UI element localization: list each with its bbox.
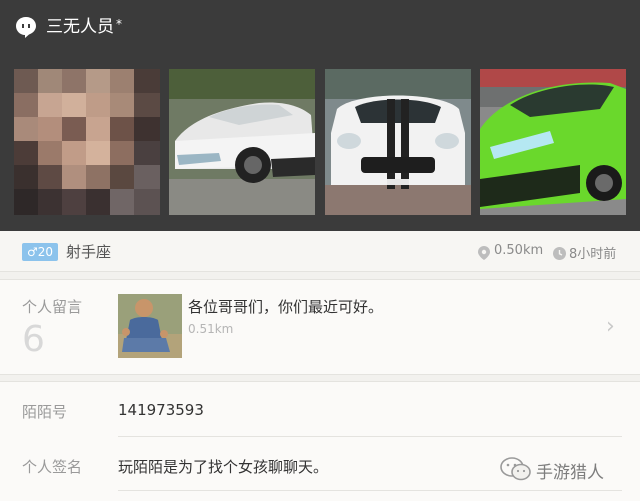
momo-id-value: 141973593 [118, 401, 204, 419]
top-bar: 三无人员 * [0, 0, 640, 56]
momo-id-label: 陌陌号 [22, 403, 68, 421]
chevron-right-icon[interactable]: › [606, 316, 615, 338]
distance-value: 0.50km [494, 243, 544, 258]
profile-details-section: 陌陌号 141973593 个人签名 玩陌陌是为了找个女孩聊聊天。 [0, 381, 640, 501]
gallery-photo-1[interactable] [14, 69, 160, 215]
signature-label: 个人签名 [22, 458, 83, 476]
row-divider [118, 490, 622, 491]
message-preview-text: 各位哥哥们，你们最近可好。 [188, 298, 384, 316]
message-thumbnail[interactable] [118, 294, 182, 358]
vip-star: * [116, 17, 122, 31]
gallery-photo-4[interactable] [480, 69, 626, 215]
signature-value: 玩陌陌是为了找个女孩聊聊天。 [118, 458, 329, 476]
constellation-label: 射手座 [66, 243, 112, 261]
photo-gallery [0, 56, 640, 231]
profile-info-bar: ♂20 射手座 0.50km 8小时前 [0, 231, 640, 272]
gallery-photo-2[interactable] [169, 69, 315, 215]
clock-icon [553, 245, 566, 264]
watermark-text: 手游猎人 [536, 463, 604, 483]
location-pin-icon [478, 245, 490, 264]
personal-message-section[interactable]: 个人留言 6 各位哥哥们，你们最近可好。 0.51km › [0, 279, 640, 375]
wechat-icon [500, 456, 532, 486]
last-active-time: 8小时前 [569, 247, 617, 262]
message-section-label: 个人留言 [22, 298, 83, 316]
message-distance: 0.51km [188, 322, 234, 336]
gallery-photo-3[interactable] [325, 69, 471, 215]
chat-bubble-icon[interactable] [14, 15, 38, 39]
row-divider [118, 436, 622, 437]
profile-name: 三无人员 [46, 17, 114, 37]
gender-age-badge: ♂20 [22, 243, 59, 261]
message-count: 6 [22, 319, 45, 360]
